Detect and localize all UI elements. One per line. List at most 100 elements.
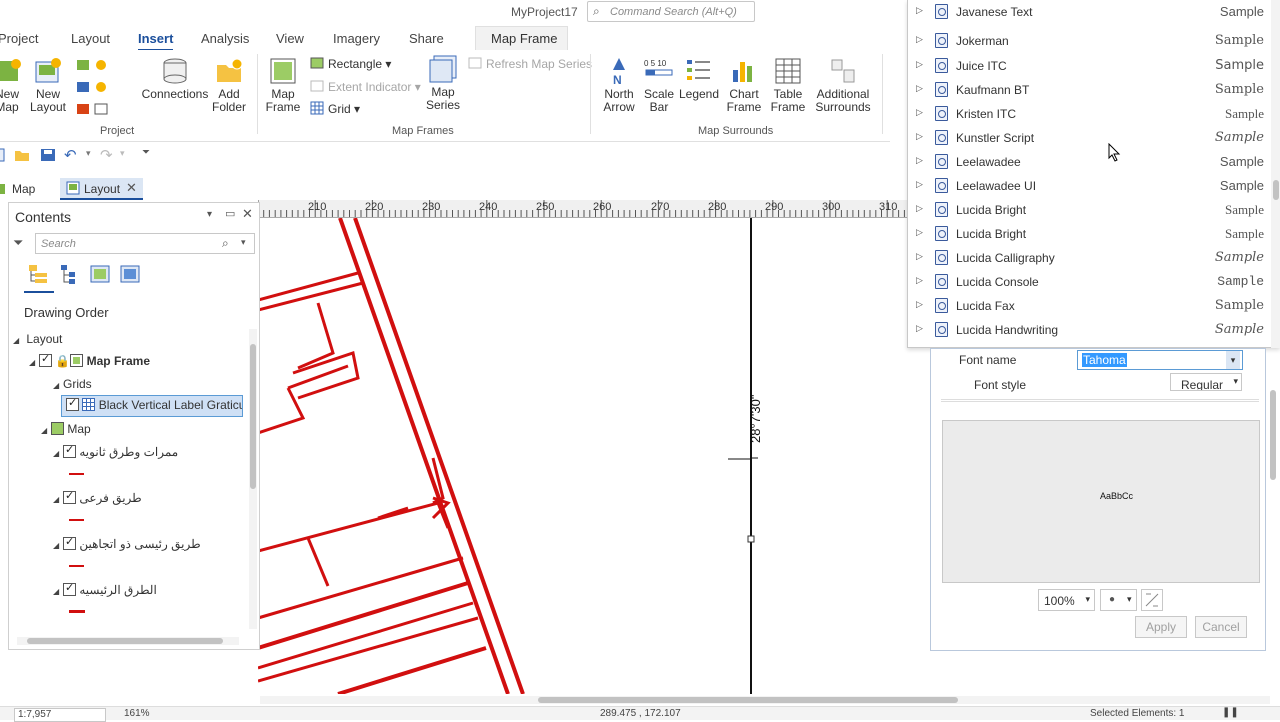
expand-icon[interactable]: ▷ (916, 131, 923, 142)
line-symbol[interactable] (69, 565, 84, 567)
graticule-label[interactable]: 28°7'30" (748, 395, 763, 443)
legend-button[interactable]: Legend (678, 56, 720, 101)
small-tools-3[interactable] (76, 102, 112, 117)
undo-dropdown-icon[interactable]: ▾ (86, 148, 91, 159)
font-list-item[interactable]: ▷ Lucida Bright Sample (908, 222, 1268, 246)
panel-scrollbar[interactable] (1270, 390, 1276, 480)
collapse-icon[interactable]: ◢ (53, 449, 63, 458)
add-folder-button[interactable]: Add Folder (210, 56, 248, 114)
chart-frame-button[interactable]: Chart Frame (722, 56, 766, 114)
tree-item-layer[interactable]: ◢ ممرات وطرق ثانويه (53, 443, 178, 459)
new-icon[interactable] (0, 148, 6, 162)
collapse-icon[interactable]: ◢ (29, 358, 39, 367)
doc-tab-map[interactable]: Map (0, 178, 52, 200)
canvas-horizontal-scrollbar[interactable] (260, 696, 1270, 704)
connections-button[interactable]: Connections (140, 56, 210, 101)
expand-icon[interactable]: ▷ (916, 59, 923, 70)
font-list-item[interactable]: ▷ Kaufmann BT Sample (908, 78, 1268, 102)
list-by-selection-icon[interactable] (89, 263, 111, 285)
graticule-checkbox[interactable] (66, 396, 79, 411)
redo-icon[interactable]: ↷ (100, 146, 113, 164)
tab-map-frame[interactable]: Map Frame (475, 26, 568, 50)
layer-checkbox[interactable] (63, 581, 76, 596)
font-name-combobox[interactable]: Tahoma ▾ (1077, 350, 1243, 370)
tree-item-map-frame[interactable]: ◢ 🔒 Map Frame (29, 352, 150, 368)
expand-icon[interactable]: ▷ (916, 275, 923, 286)
collapse-icon[interactable]: ◢ (53, 381, 63, 390)
save-icon[interactable] (40, 148, 56, 162)
list-by-editing-icon[interactable] (119, 263, 141, 285)
background-color-button[interactable]: ● ▾ (1100, 589, 1137, 611)
font-list-item[interactable]: ▷ Juice ITC Sample (908, 54, 1268, 78)
expand-icon[interactable]: ▷ (916, 323, 923, 334)
zoom-combobox[interactable]: 100% ▾ (1038, 589, 1095, 611)
chevron-down-icon[interactable]: ▾ (1233, 376, 1238, 387)
layer-checkbox[interactable] (63, 489, 76, 504)
tab-view[interactable]: View (276, 31, 304, 46)
layout-canvas[interactable]: 28°7'30" (258, 218, 930, 694)
collapse-icon[interactable]: ◢ (53, 587, 63, 596)
font-list-item[interactable]: ▷ Lucida Fax Sample (908, 294, 1268, 318)
chevron-down-icon[interactable]: ▾ (241, 237, 246, 248)
font-list-scrollbar[interactable] (1271, 0, 1280, 348)
expand-icon[interactable]: ▷ (916, 155, 923, 166)
expand-icon[interactable]: ▷ (916, 107, 923, 118)
map-series-button[interactable]: Map Series (422, 54, 464, 112)
new-map-button[interactable]: New Map (0, 56, 22, 114)
map-frame-checkbox[interactable] (39, 352, 52, 367)
pause-icon[interactable]: ❚❚ (1222, 707, 1239, 718)
chevron-down-icon[interactable]: ▾ (1127, 594, 1132, 605)
horizontal-scrollbar[interactable] (17, 637, 239, 645)
font-list-item[interactable]: ▷ Javanese Text Sample (908, 0, 1268, 24)
chevron-down-icon[interactable]: ▾ (1226, 351, 1240, 369)
list-by-drawing-order-icon[interactable] (27, 263, 49, 285)
extent-indicator-button[interactable]: Extent Indicator ▾ (310, 79, 421, 94)
tree-item-graticule[interactable]: Black Vertical Label Graticule (61, 395, 243, 417)
vertical-scrollbar[interactable] (249, 329, 257, 629)
cancel-button[interactable]: Cancel (1195, 616, 1247, 638)
small-tools-2[interactable] (76, 80, 112, 95)
font-name-dropdown-list[interactable]: ▷ Javanese Text Sample ▷ Jokerman Sample ▷ Juic… (907, 0, 1280, 348)
reset-zoom-button[interactable] (1141, 589, 1163, 611)
list-by-source-icon[interactable] (59, 263, 81, 285)
tree-item-layer[interactable]: ◢ طريق فرعى (53, 489, 142, 505)
undo-icon[interactable]: ↶ (64, 146, 77, 164)
close-tab-icon[interactable]: ✕ (126, 180, 137, 196)
font-list-item[interactable]: ▷ Lucida Bright Sample (908, 198, 1268, 222)
splitter[interactable] (941, 399, 1259, 402)
table-frame-button[interactable]: Table Frame (766, 56, 810, 114)
tab-insert[interactable]: Insert (138, 31, 174, 51)
expand-icon[interactable]: ▷ (916, 227, 923, 238)
font-style-combobox[interactable]: Regular ▾ (1170, 373, 1242, 391)
small-tools-1[interactable] (76, 58, 112, 73)
expand-icon[interactable]: ▷ (916, 5, 923, 16)
tab-analysis[interactable]: Analysis (201, 31, 249, 46)
tree-item-layout[interactable]: ◢ Layout (13, 332, 62, 346)
line-symbol[interactable] (69, 473, 84, 475)
tree-item-map[interactable]: ◢ Map (41, 422, 91, 436)
grid-button[interactable]: Grid ▾ (310, 101, 360, 116)
font-list-item[interactable]: ▷ Kristen ITC Sample (908, 102, 1268, 126)
customize-qat-icon[interactable]: ⏷ (142, 147, 150, 158)
tree-item-layer[interactable]: ◢ الطرق الرئيسيه (53, 581, 157, 597)
map-frame-button[interactable]: Map Frame (262, 56, 304, 114)
pane-options-icon[interactable]: ▾ (207, 209, 212, 220)
expand-icon[interactable]: ▷ (916, 34, 923, 45)
font-list-item[interactable]: ▷ Jokerman Sample (908, 29, 1268, 53)
rectangle-button[interactable]: Rectangle ▾ (310, 56, 391, 71)
scale-bar-button[interactable]: 0 5 10 Scale Bar (640, 56, 678, 114)
expand-icon[interactable]: ▷ (916, 179, 923, 190)
font-name-value[interactable]: Tahoma (1082, 353, 1127, 367)
tab-imagery[interactable]: Imagery (333, 31, 380, 46)
tab-layout[interactable]: Layout (71, 31, 110, 46)
doc-tab-layout[interactable]: Layout ✕ (60, 178, 143, 200)
maximize-pane-icon[interactable]: ▭ (225, 207, 235, 220)
font-list-item[interactable]: ▷ Lucida Handwriting Sample (908, 318, 1268, 342)
filter-icon[interactable]: ⏷ (13, 235, 23, 251)
collapse-icon[interactable]: ◢ (53, 495, 63, 504)
new-layout-button[interactable]: New Layout (26, 56, 70, 114)
close-pane-icon[interactable]: ✕ (242, 206, 253, 222)
refresh-map-series-button[interactable]: Refresh Map Series (468, 56, 592, 71)
collapse-icon[interactable]: ◢ (41, 426, 51, 435)
open-icon[interactable] (14, 148, 30, 162)
